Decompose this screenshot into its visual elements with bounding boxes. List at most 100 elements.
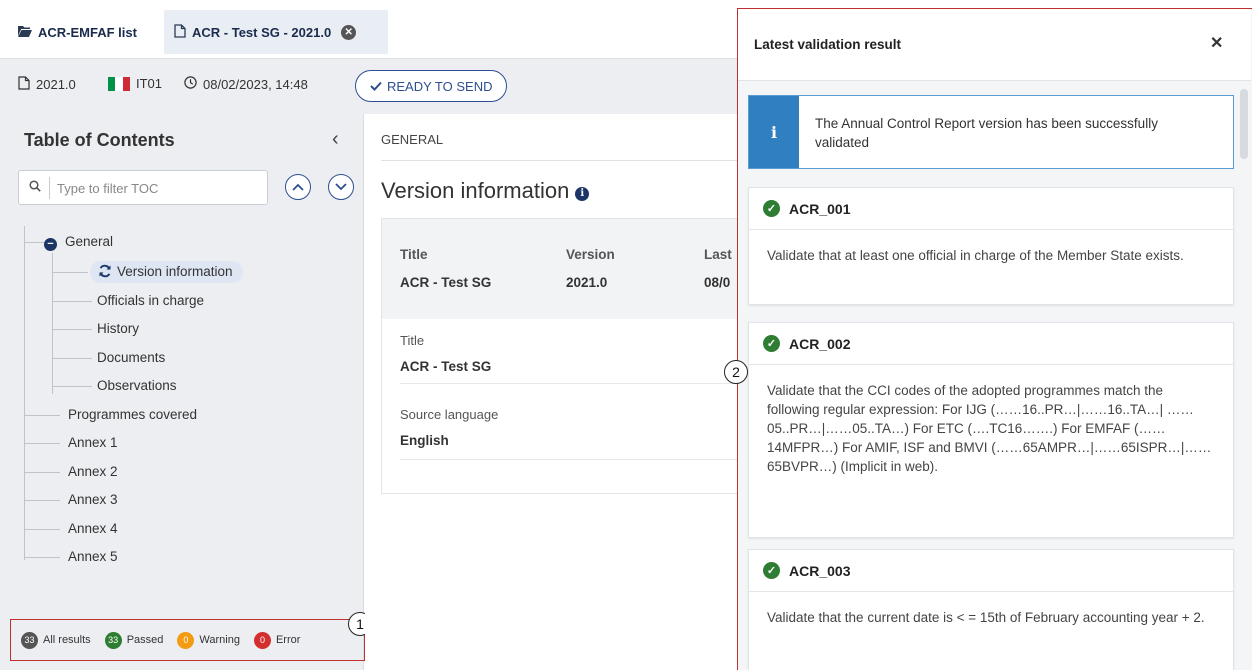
document-icon — [174, 23, 186, 41]
filter-warning[interactable]: 0 Warning — [177, 631, 240, 649]
timestamp: 08/02/2023, 14:48 — [203, 76, 308, 92]
tree-line — [52, 386, 92, 387]
validation-result-panel: Latest validation result ✕ i The Annual … — [737, 8, 1252, 670]
toc-item-history[interactable]: History — [97, 318, 139, 340]
toc-item-label: Version information — [117, 264, 233, 279]
check-circle-icon: ✓ — [763, 200, 780, 217]
result-description: Validate that the CCI codes of the adopt… — [767, 383, 1212, 474]
toc-item-general[interactable]: − General — [44, 231, 114, 253]
page-title: Version information i — [381, 178, 590, 204]
search-icon — [29, 179, 41, 195]
alert-message: The Annual Control Report version has be… — [815, 116, 1158, 150]
tree-line — [24, 443, 60, 444]
tree-line — [52, 301, 92, 302]
toc-item-annex-5[interactable]: Annex 5 — [68, 546, 118, 568]
toc-item-observations[interactable]: Observations — [97, 375, 177, 397]
check-circle-icon: ✓ — [763, 562, 780, 579]
field-language-value: English — [400, 433, 449, 448]
tree-line — [24, 415, 60, 416]
count-badge: 0 — [253, 631, 271, 649]
field-title-label: Title — [400, 333, 425, 348]
result-code: ACR_001 — [789, 201, 851, 217]
version-info: 2021.0 — [18, 76, 76, 93]
legend-label: All results — [43, 634, 91, 646]
summary-version-value: 2021.0 — [566, 275, 608, 290]
tree-line — [24, 472, 60, 473]
validation-result-card: ✓ ACR_003 Validate that the current date… — [748, 549, 1234, 670]
panel-title: Latest validation result — [754, 37, 902, 52]
info-icon[interactable]: i — [575, 187, 590, 201]
summary-version-label: Version — [566, 247, 615, 262]
filter-all-results[interactable]: 33 All results — [21, 631, 91, 649]
expand-down-chevron-icon[interactable] — [328, 174, 354, 200]
tree-line — [24, 226, 25, 560]
validation-result-card: ✓ ACR_002 Validate that the CCI codes of… — [748, 322, 1234, 538]
toc-item-annex-2[interactable]: Annex 2 — [68, 461, 118, 483]
summary-last-label: Last — [704, 247, 732, 262]
collapse-chevron-left-icon[interactable]: ‹ — [332, 128, 339, 151]
tree-line — [52, 329, 92, 330]
scrollbar[interactable] — [1240, 89, 1248, 159]
summary-title-label: Title — [400, 247, 428, 262]
filter-error[interactable]: 0 Error — [253, 631, 301, 649]
close-icon[interactable]: ✕ — [1210, 33, 1223, 53]
count-badge: 33 — [104, 631, 122, 649]
field-language-label: Source language — [400, 407, 499, 422]
info-icon: i — [749, 96, 799, 168]
legend-label: Error — [275, 634, 301, 646]
validation-result-card: ✓ ACR_001 Validate that at least one off… — [748, 187, 1234, 305]
toc-item-officials-in-charge[interactable]: Officials in charge — [97, 290, 204, 312]
clock-icon — [184, 76, 197, 92]
toc-item-annex-4[interactable]: Annex 4 — [68, 518, 118, 540]
toc-item-programmes-covered[interactable]: Programmes covered — [68, 404, 197, 426]
callout-marker-2: 2 — [724, 360, 748, 384]
expand-up-chevron-icon[interactable] — [285, 174, 311, 200]
toc-item-annex-1[interactable]: Annex 1 — [68, 432, 118, 454]
count-badge: 33 — [21, 631, 38, 649]
summary-last-value: 08/0 — [704, 275, 731, 290]
tree-line — [52, 272, 88, 273]
toc-filter-input[interactable] — [57, 176, 257, 200]
divider — [400, 459, 742, 460]
refresh-icon — [98, 263, 112, 285]
tree-line — [24, 529, 60, 530]
legend-label: Warning — [199, 634, 240, 646]
result-header: ✓ ACR_003 — [749, 550, 1233, 592]
tab-label: ACR - Test SG - 2021.0 — [192, 24, 332, 40]
result-description: Validate that at least one official in c… — [767, 248, 1184, 263]
result-header: ✓ ACR_001 — [749, 188, 1233, 230]
country-info: IT01 — [108, 76, 162, 91]
result-code: ACR_003 — [789, 563, 851, 579]
toc-item-annex-3[interactable]: Annex 3 — [68, 489, 118, 511]
check-circle-icon: ✓ — [763, 335, 780, 352]
validation-success-alert: i The Annual Control Report version has … — [748, 95, 1234, 169]
section-label: GENERAL — [381, 132, 444, 147]
timestamp-info: 08/02/2023, 14:48 — [184, 76, 308, 92]
tab-acr-emfaf-list[interactable]: ACR-EMFAF list — [18, 10, 137, 54]
collapse-minus-icon[interactable]: − — [44, 238, 57, 251]
summary-title-value: ACR - Test SG — [400, 275, 492, 290]
version-summary: Title ACR - Test SG Version 2021.0 Last … — [382, 219, 742, 319]
tab-acr-test-sg[interactable]: ACR - Test SG - 2021.0 ✕ — [164, 10, 388, 54]
toc-item-documents[interactable]: Documents — [97, 347, 165, 369]
document-icon — [18, 76, 30, 93]
toc-item-version-information[interactable]: Version information — [90, 261, 243, 283]
country-code: IT01 — [136, 76, 163, 91]
status-text: READY TO SEND — [387, 78, 493, 94]
version-number: 2021.0 — [36, 77, 76, 92]
toc-title: Table of Contents — [24, 130, 175, 150]
tree-line — [52, 358, 92, 359]
status-badge: READY TO SEND — [355, 70, 508, 102]
toc-item-label: General — [65, 234, 114, 249]
tab-label: ACR-EMFAF list — [38, 24, 137, 40]
result-header: ✓ ACR_002 — [749, 323, 1233, 365]
close-tab-icon[interactable]: ✕ — [341, 24, 357, 40]
count-badge: 0 — [177, 631, 195, 649]
divider — [400, 383, 742, 384]
page-title-text: Version information — [381, 178, 570, 203]
italy-flag-icon — [108, 76, 130, 91]
field-title-value: ACR - Test SG — [400, 359, 492, 374]
filter-passed[interactable]: 33 Passed — [104, 631, 163, 649]
tree-line — [24, 500, 60, 501]
divider — [49, 177, 50, 199]
